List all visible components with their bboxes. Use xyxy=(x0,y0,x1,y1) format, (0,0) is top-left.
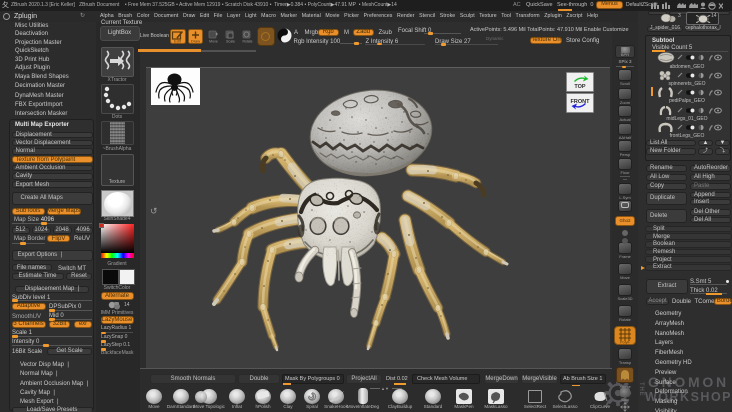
svg-text:Move: Move xyxy=(209,40,218,44)
svg-text:TOP: TOP xyxy=(574,84,586,90)
svg-text:PolyF: PolyF xyxy=(620,340,630,344)
svg-text:Draw: Draw xyxy=(191,38,200,43)
svg-text:Rotate: Rotate xyxy=(243,40,253,44)
svg-text:Scale: Scale xyxy=(226,40,235,44)
svg-text:Edit: Edit xyxy=(174,38,182,43)
svg-text:FRONT: FRONT xyxy=(571,99,591,105)
